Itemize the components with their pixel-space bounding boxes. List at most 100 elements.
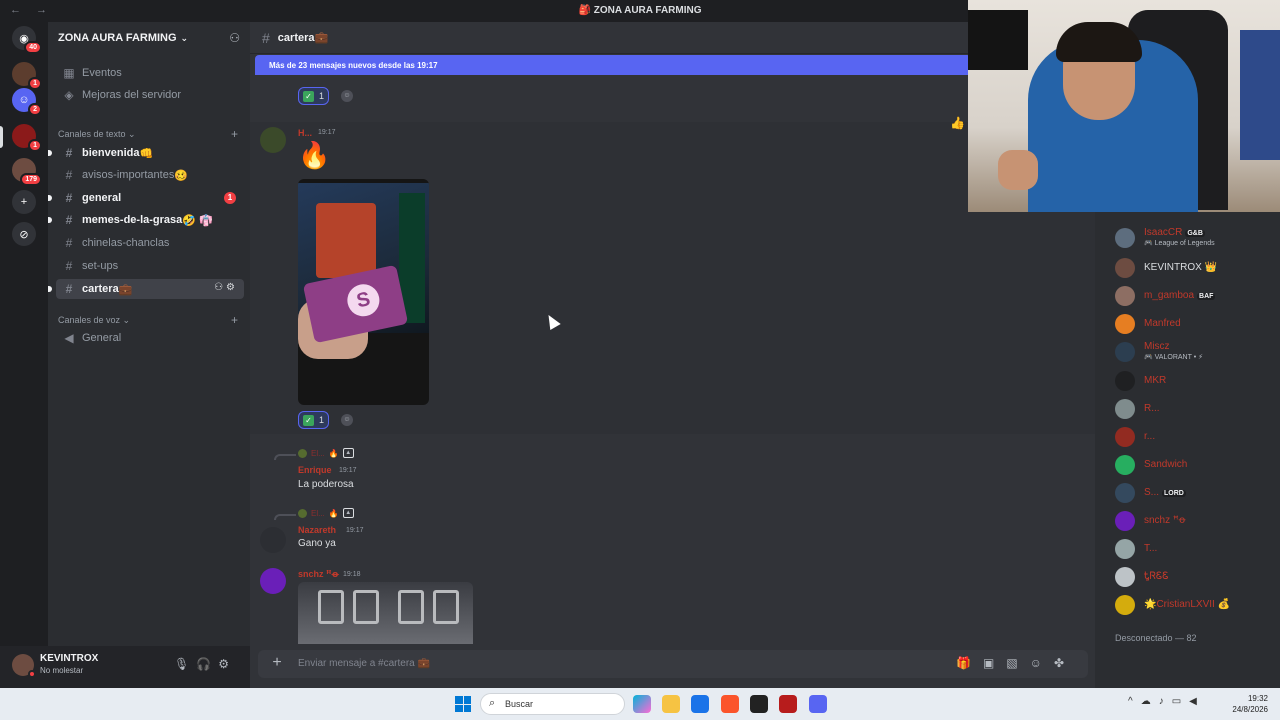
channel-set-ups[interactable]: # set-ups [56,256,244,276]
member-item[interactable]: Miscz 🎮 VALORANT • ⚡ [1115,340,1275,364]
message-timestamp: 19:17 [318,129,336,136]
discord-taskbar-icon[interactable] [809,695,827,713]
network-icon[interactable]: ☁ [1141,696,1159,707]
webcam-overlay [968,0,1280,212]
server-icon-1[interactable]: 1 [12,62,42,90]
message-text: La poderosa [298,479,354,490]
reply-reference[interactable]: El... 🔥 ▲ [298,508,354,518]
check-icon: ✓ [303,90,314,102]
attached-photo[interactable]: S [298,179,429,405]
text-category[interactable]: Canales de texto ⌄ + [58,127,238,141]
channel-cartera[interactable]: # cartera 💼 ⚇⚙ [48,279,244,299]
member-item[interactable]: r... [1115,425,1275,449]
chevron-up-icon[interactable]: ^ [1128,696,1141,707]
voice-category[interactable]: Canales de voz ⌄ + [58,313,238,327]
member-item[interactable]: 🌟CristianLXVII 💰 [1115,593,1275,617]
attached-image[interactable] [298,582,473,644]
direct-messages-button[interactable]: ◉ 40 [12,26,42,54]
obs-icon[interactable] [750,695,768,713]
message-author[interactable]: H... [298,128,312,138]
settings-gear-icon[interactable]: ⚙ [218,657,236,671]
message-author[interactable]: snchz ꟸꝋ [298,569,339,580]
thumbs-up-icon[interactable]: 👍 [950,116,965,130]
sidebar-item-boosts[interactable]: ◈ Mejoras del servidor [56,85,244,105]
message-author[interactable]: Nazareth [298,525,336,535]
add-reaction-icon[interactable]: ☺ [341,90,353,102]
create-channel-icon[interactable]: + [231,127,238,141]
channel-chinelas-chanclas[interactable]: # chinelas-chanclas [56,233,244,253]
attach-plus-icon[interactable]: + [268,654,286,672]
unread-indicator [48,150,52,156]
member-item[interactable]: KEVINTROX 👑 [1115,256,1275,280]
emoji-icon[interactable]: ☺ [1030,656,1054,670]
add-member-icon[interactable]: ⚇ [214,282,226,293]
apps-icon[interactable]: ✤ [1054,656,1076,670]
channel-label: cartera [82,283,119,295]
add-reaction-icon[interactable]: ☺ [341,414,353,426]
member-item[interactable]: snchz ꟸꝋ [1115,509,1275,533]
gear-icon[interactable]: ⚙ [226,282,238,293]
reply-reference[interactable]: El... 🔥 ▲ [298,448,354,458]
gift-icon[interactable]: 🎁 [956,656,983,670]
windows-start-icon[interactable] [455,696,471,712]
avatar [1115,286,1135,306]
unread-indicator [48,286,52,292]
channel-general[interactable]: # general 1 [48,188,244,208]
member-item[interactable]: MKR [1115,369,1275,393]
taskbar-clock[interactable]: 19:32 24/8/2026 [1232,693,1268,715]
microphone-icon[interactable]: 🎙 [174,657,196,671]
message-author[interactable]: Enrique [298,465,332,475]
channel-bienvenida[interactable]: # bienvenida 👊 [48,143,244,163]
fire-icon: 🔥 [328,448,339,458]
hash-icon: # [262,29,270,46]
copilot-icon[interactable] [633,695,651,713]
message-input[interactable]: Enviar mensaje a #cartera 💼 [298,658,430,669]
member-item[interactable]: m_gamboa BAF [1115,284,1275,308]
taskbar-search[interactable]: ⌕ Buscar [480,693,625,715]
cam-poster [1240,30,1280,160]
member-item[interactable]: S... LORD [1115,481,1275,505]
member-item[interactable]: Sandwich [1115,453,1275,477]
avatar[interactable] [260,568,286,594]
new-messages-bar[interactable]: Más de 23 mensajes nuevos desde las 19:1… [255,55,971,75]
message-composer: + Enviar mensaje a #cartera 💼 🎁▣▧☺✤ [258,650,1088,678]
member-item[interactable]: IsaacCR G&B 🎮 League of Legends [1115,226,1275,250]
streaming-app-icon[interactable] [779,695,797,713]
clock-time: 19:32 [1247,694,1268,703]
add-server-button[interactable]: + [12,190,36,214]
invite-icon[interactable]: ⚇ [229,31,240,45]
server-icon-4[interactable]: 179 [12,158,42,186]
discover-button[interactable]: ⊘ [12,222,36,246]
member-item[interactable]: R... [1115,397,1275,421]
store-icon[interactable] [691,695,709,713]
channel-memes-de-la-grasa[interactable]: # memes-de-la-grasa 🤣 👘 [48,210,244,230]
desktop: ← → 🎒 ZONA AURA FARMING ◉ 40 1 ☺ 2 1 179… [0,0,1280,720]
server-icon-2[interactable]: ☺ 2 [12,88,42,116]
channel-emoji: 💼 [118,283,133,296]
display-icon[interactable]: ▭ [1172,696,1189,707]
member-item[interactable]: Manfred [1115,312,1275,336]
sticker-icon[interactable]: ▧ [1006,656,1029,670]
voice-channel-general[interactable]: ◀ General [56,328,244,348]
avatar[interactable] [260,127,286,153]
member-name-text: S... [1144,487,1160,498]
member-item[interactable]: T... [1115,537,1275,561]
member-item[interactable]: ᎿᏒᏋᏋ [1115,565,1275,589]
sidebar-item-label: Mejoras del servidor [82,89,182,101]
guild-header[interactable]: ZONA AURA FARMING ⌄ ⚇ [48,22,250,54]
server-icon-zona[interactable]: 1 [12,124,42,152]
brave-browser-icon[interactable] [721,695,739,713]
gif-icon[interactable]: ▣ [983,656,1006,670]
search-icon: ⌕ [489,697,496,709]
channel-avisos-importantes[interactable]: # avisos-importantes 🥴 [56,165,244,185]
avatar[interactable] [260,527,286,553]
file-explorer-icon[interactable] [662,695,680,713]
volume-icon[interactable]: ◀ [1189,696,1205,707]
headphones-icon[interactable]: 🎧 [196,657,218,671]
member-name: MKR [1144,375,1167,386]
create-channel-icon[interactable]: + [231,313,238,327]
sidebar-item-events[interactable]: ▦ Eventos [56,63,244,83]
mic-tray-icon[interactable]: ♪ [1159,696,1172,707]
reaction-check[interactable]: ✓ 1 [298,411,330,429]
reaction-check[interactable]: ✓ 1 [298,87,330,105]
